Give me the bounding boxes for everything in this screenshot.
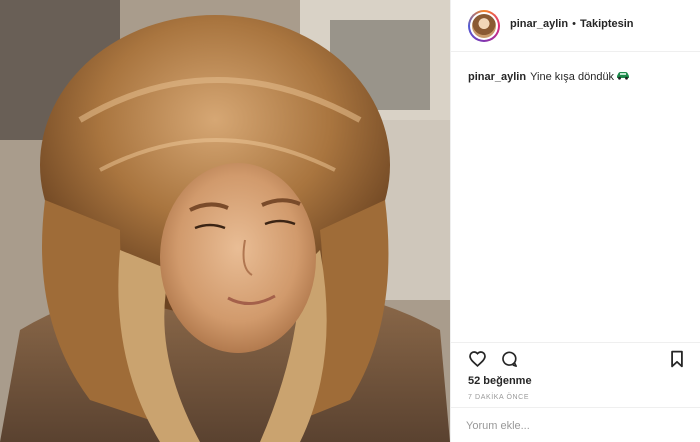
header-username-link[interactable]: pinar_aylin xyxy=(510,18,568,30)
post-caption: pinar_aylin Yine kışa döndük xyxy=(468,70,693,84)
post-photo[interactable] xyxy=(0,0,450,442)
car-emoji-icon xyxy=(616,70,630,84)
comment-input[interactable] xyxy=(466,418,686,434)
heart-icon[interactable] xyxy=(468,350,487,372)
post-header: pinar_aylin • Takiptesin xyxy=(451,0,700,52)
header-separator: • xyxy=(572,18,576,30)
avatar[interactable] xyxy=(468,10,500,42)
comment-icon[interactable] xyxy=(500,350,518,373)
photo-illustration xyxy=(0,0,450,442)
caption-text: Yine kışa döndük xyxy=(530,71,615,83)
follow-status[interactable]: Takiptesin xyxy=(580,18,634,30)
bookmark-icon[interactable] xyxy=(670,350,684,373)
avatar-image xyxy=(472,14,496,38)
avatar-ring xyxy=(470,12,498,40)
like-count[interactable]: 52 beğenme xyxy=(468,375,532,387)
post-actions xyxy=(451,342,700,373)
caption-username-link[interactable]: pinar_aylin xyxy=(468,71,526,83)
header-text: pinar_aylin • Takiptesin xyxy=(510,18,634,30)
comment-bar xyxy=(451,407,700,442)
post-sidebar: pinar_aylin • Takiptesin pinar_aylin Yine k… xyxy=(450,0,700,442)
post-timestamp[interactable]: 7 DAKİKA ÖNCE xyxy=(468,394,529,401)
